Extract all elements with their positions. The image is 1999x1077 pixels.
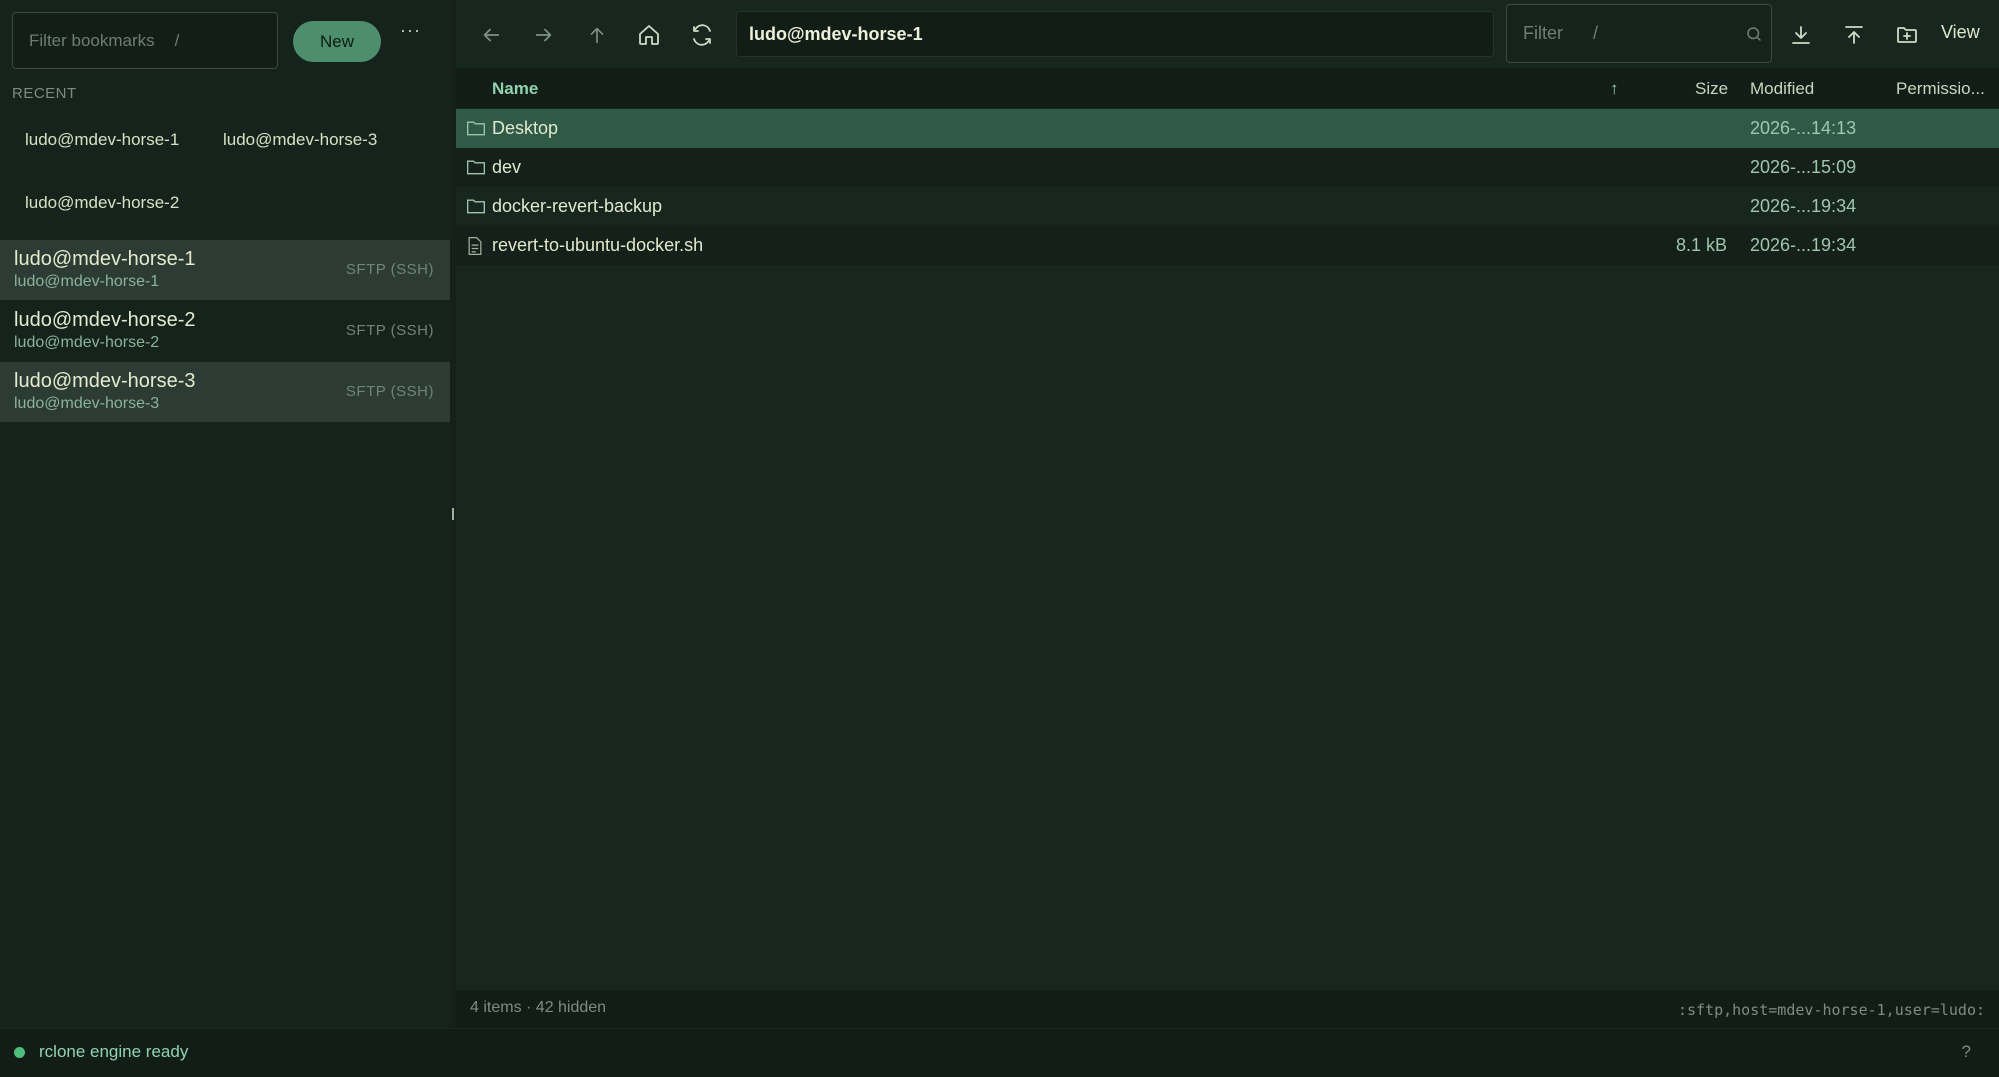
column-permissions[interactable]: Permissio... (1896, 79, 1985, 99)
back-icon[interactable] (474, 18, 508, 52)
bookmark-protocol: SFTP (SSH) (345, 383, 434, 400)
bookmark-filter-input[interactable]: Filter bookmarks / (12, 12, 278, 69)
folder-icon (466, 158, 486, 181)
file-modified: 2026-...19:34 (1750, 235, 1857, 255)
sort-arrow-icon[interactable]: ↑ (1610, 79, 1619, 99)
file-table-header: Name ↑ Size Modified Permissio... (456, 68, 1999, 108)
sidebar-resize-handle[interactable] (452, 508, 454, 520)
bookmarks-sidebar: Filter bookmarks / New ··· RECENT ludo@m… (0, 0, 450, 1028)
file-filter-shortcut: / (1593, 23, 1599, 43)
status-text: rclone engine ready (39, 1042, 189, 1061)
search-icon (1745, 25, 1763, 48)
file-modified: 2026-...15:09 (1750, 157, 1857, 177)
file-icon (466, 236, 484, 261)
refresh-icon[interactable] (685, 18, 719, 52)
more-options-button[interactable]: ··· (400, 20, 421, 41)
up-icon[interactable] (580, 18, 614, 52)
table-row[interactable]: revert-to-ubuntu-docker.sh 8.1 kB 2026-.… (456, 226, 1999, 265)
upload-icon[interactable] (1837, 18, 1871, 52)
bookmark-item-horse-2[interactable]: ludo@mdev-horse-2 ludo@mdev-horse-2 SFTP… (0, 301, 450, 361)
new-bookmark-button[interactable]: New (293, 21, 381, 62)
file-name: revert-to-ubuntu-docker.sh (492, 235, 704, 255)
item-count: 4 items · 42 hidden (470, 999, 607, 1016)
table-row[interactable]: Desktop 2026-...14:13 (456, 109, 1999, 148)
status-indicator-icon (14, 1047, 25, 1058)
new-folder-icon[interactable] (1890, 18, 1924, 52)
file-filter-input[interactable]: Filter / (1506, 4, 1772, 63)
folder-icon (466, 197, 486, 220)
column-modified[interactable]: Modified (1750, 79, 1814, 99)
forward-icon[interactable] (527, 18, 561, 52)
remote-spec: :sftp,host=mdev-horse-1,user=ludo: (1677, 1001, 1985, 1019)
column-name[interactable]: Name (492, 79, 538, 99)
view-menu-button[interactable]: View (1941, 22, 1980, 43)
status-bar (0, 1028, 1999, 1077)
recent-item[interactable]: ludo@mdev-horse-3 (223, 130, 377, 150)
file-filter-placeholder: Filter (1523, 23, 1563, 43)
file-modified: 2026-...14:13 (1750, 118, 1857, 138)
bookmark-item-horse-3[interactable]: ludo@mdev-horse-3 ludo@mdev-horse-3 SFTP… (0, 362, 450, 422)
home-icon[interactable] (632, 18, 666, 52)
bookmark-protocol: SFTP (SSH) (345, 261, 434, 278)
table-row[interactable]: dev 2026-...15:09 (456, 148, 1999, 187)
file-name: Desktop (492, 118, 559, 138)
table-row[interactable]: docker-revert-backup 2026-...19:34 (456, 187, 1999, 226)
recent-item[interactable]: ludo@mdev-horse-1 (25, 130, 179, 150)
file-modified: 2026-...19:34 (1750, 196, 1857, 216)
file-name: dev (492, 157, 522, 177)
path-value: ludo@mdev-horse-1 (749, 23, 923, 44)
bookmark-filter-shortcut: / (174, 30, 180, 50)
bookmark-filter-placeholder: Filter bookmarks (29, 30, 155, 50)
bookmark-item-horse-1[interactable]: ludo@mdev-horse-1 ludo@mdev-horse-1 SFTP… (0, 240, 450, 300)
recent-heading: RECENT (12, 85, 77, 102)
download-icon[interactable] (1784, 18, 1818, 52)
recent-item[interactable]: ludo@mdev-horse-2 (25, 193, 179, 213)
path-input[interactable]: ludo@mdev-horse-1 (736, 11, 1494, 57)
file-size: 8.1 kB (1675, 235, 1727, 255)
help-button[interactable]: ? (1962, 1042, 1971, 1062)
file-name: docker-revert-backup (492, 196, 663, 216)
folder-icon (466, 119, 486, 142)
bookmark-protocol: SFTP (SSH) (345, 322, 434, 339)
column-size[interactable]: Size (1695, 79, 1728, 99)
